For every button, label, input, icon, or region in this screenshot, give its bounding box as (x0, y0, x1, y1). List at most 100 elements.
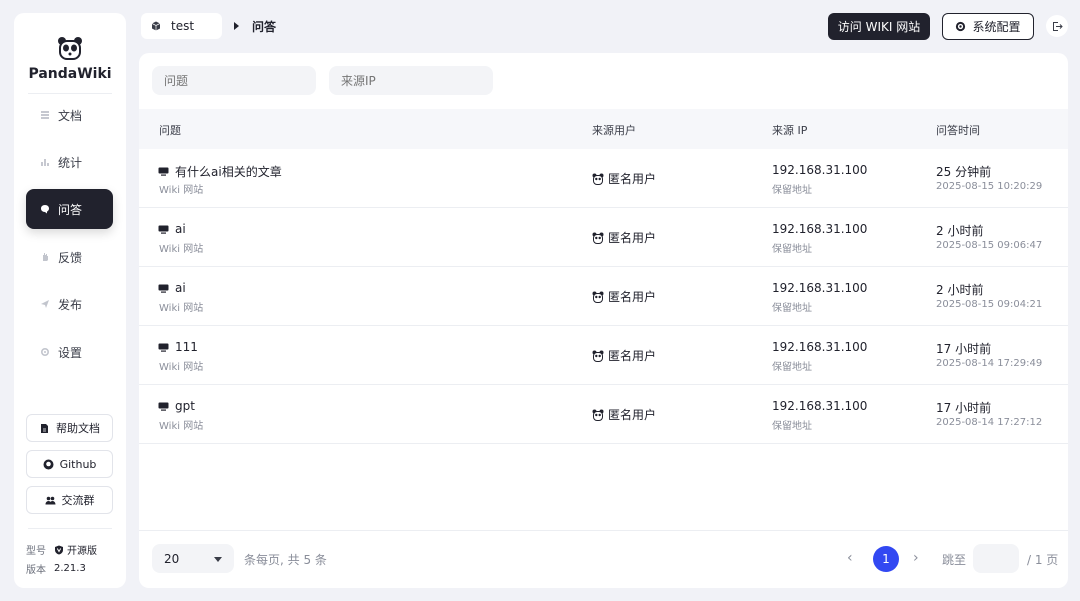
sidebar-item-settings[interactable]: 设置 (26, 332, 113, 372)
document-icon (41, 111, 49, 119)
shield-icon (55, 545, 63, 554)
visit-wiki-label: 访问 WIKI 网站 (837, 20, 921, 34)
table-row[interactable]: 111 Wiki 网站 匿名用户 192.168.31.100 保留地址 17 … (139, 326, 1068, 385)
hand-icon (43, 253, 48, 261)
logout-button[interactable] (1046, 15, 1068, 37)
sidebar-item-label: 统计 (58, 155, 83, 170)
app-name: PandaWiki (28, 66, 112, 82)
prev-page-button[interactable]: ‹ (847, 550, 853, 566)
table-row[interactable]: ai Wiki 网站 匿名用户 192.168.31.100 保留地址 2 小时… (139, 267, 1068, 326)
doc-icon (41, 423, 48, 433)
cube-icon (151, 21, 161, 31)
question-source: Wiki 网站 (159, 362, 204, 373)
column-header-user: 来源用户 (592, 124, 636, 137)
user-name: 匿名用户 (608, 172, 657, 186)
jump-page-input[interactable] (973, 544, 1019, 573)
github-label: Github (59, 457, 97, 471)
chart-icon (41, 159, 49, 166)
send-icon (41, 300, 49, 308)
logo[interactable]: PandaWiki (14, 35, 126, 82)
source-ip: 192.168.31.100 (772, 222, 868, 236)
help-docs-button[interactable]: 帮助文档 (26, 414, 113, 442)
visit-wiki-button[interactable]: 访问 WIKI 网站 (828, 13, 930, 40)
ip-note: 保留地址 (772, 185, 812, 196)
community-button[interactable]: 交流群 (26, 486, 113, 514)
sidebar: PandaWiki 文档 统计 问答 反馈 发布 设置 帮助文档 Github … (14, 13, 126, 588)
time-ago: 2 小时前 (936, 283, 984, 297)
source-ip: 192.168.31.100 (772, 340, 868, 354)
next-page-button[interactable]: › (913, 550, 919, 566)
question-text: 111 (175, 340, 198, 354)
table-row[interactable]: 有什么ai相关的文章 Wiki 网站 匿名用户 192.168.31.100 保… (139, 149, 1068, 208)
sidebar-item-qa[interactable]: 问答 (26, 189, 113, 229)
monitor-icon (158, 167, 169, 176)
question-filter-input[interactable] (152, 66, 316, 95)
jump-label: 跳至 (942, 553, 967, 567)
timestamp: 2025-08-15 09:06:47 (936, 240, 1043, 251)
gear-icon (956, 21, 966, 32)
edition-row: 型号 开源版 (26, 542, 97, 557)
column-header-time: 问答时间 (936, 124, 980, 137)
gear-icon (40, 347, 50, 357)
panda-avatar-icon (592, 173, 604, 185)
chat-icon (41, 205, 49, 214)
timestamp: 2025-08-14 17:29:49 (936, 358, 1043, 369)
panda-avatar-icon (592, 409, 604, 421)
sidebar-item-label: 文档 (58, 108, 83, 123)
timestamp: 2025-08-15 10:20:29 (936, 181, 1043, 192)
ip-note: 保留地址 (772, 244, 812, 255)
kb-selector[interactable]: test (141, 13, 222, 39)
question-source: Wiki 网站 (159, 244, 204, 255)
time-ago: 17 小时前 (936, 401, 992, 415)
sidebar-item-label: 反馈 (58, 250, 83, 265)
table-header: 问题 来源用户 来源 IP 问答时间 (139, 109, 1068, 149)
time-ago: 2 小时前 (936, 224, 984, 238)
question-source: Wiki 网站 (159, 303, 204, 314)
table-row[interactable]: gpt Wiki 网站 匿名用户 192.168.31.100 保留地址 17 … (139, 385, 1068, 444)
logout-icon (1052, 21, 1063, 31)
source-ip: 192.168.31.100 (772, 399, 868, 413)
divider (28, 93, 112, 94)
sidebar-item-label: 发布 (58, 297, 83, 312)
sidebar-item-stats[interactable]: 统计 (26, 142, 113, 182)
github-button[interactable]: Github (26, 450, 113, 478)
total-pages: / 1 页 (1027, 553, 1059, 567)
community-label: 交流群 (61, 494, 95, 507)
sidebar-item-label: 设置 (58, 345, 83, 360)
timestamp: 2025-08-15 09:04:21 (936, 299, 1043, 310)
question-source: Wiki 网站 (159, 421, 204, 432)
pagination-summary: 条每页, 共 5 条 (244, 553, 327, 567)
page-button-current[interactable]: 1 (873, 546, 899, 572)
sidebar-item-publish[interactable]: 发布 (26, 284, 113, 324)
sidebar-item-feedback[interactable]: 反馈 (26, 237, 113, 277)
version-value: 2.21.3 (54, 563, 86, 574)
edition-value: 开源版 (67, 546, 97, 557)
system-config-label: 系统配置 (972, 20, 1021, 34)
monitor-icon (158, 284, 169, 293)
ip-filter-input[interactable] (329, 66, 493, 95)
breadcrumb-arrow-icon (234, 22, 239, 30)
time-ago: 17 小时前 (936, 342, 992, 356)
panda-avatar-icon (592, 232, 604, 244)
sidebar-item-docs[interactable]: 文档 (26, 95, 113, 135)
question-text: 有什么ai相关的文章 (175, 165, 282, 179)
page-size-select[interactable]: 20 (152, 544, 234, 573)
monitor-icon (158, 343, 169, 352)
kb-name: test (171, 19, 195, 33)
group-icon (45, 496, 55, 504)
help-docs-label: 帮助文档 (56, 422, 100, 435)
divider (139, 530, 1068, 531)
column-header-ip: 来源 IP (772, 124, 808, 137)
question-text: ai (175, 281, 186, 295)
panda-logo-icon (58, 37, 82, 60)
question-text: ai (175, 222, 186, 236)
panda-avatar-icon (592, 350, 604, 362)
github-icon (43, 459, 54, 469)
question-text: gpt (175, 399, 195, 413)
ip-note: 保留地址 (772, 303, 812, 314)
monitor-icon (158, 225, 169, 234)
page-title: 问答 (252, 20, 277, 34)
table-row[interactable]: ai Wiki 网站 匿名用户 192.168.31.100 保留地址 2 小时… (139, 208, 1068, 267)
user-name: 匿名用户 (608, 349, 657, 363)
system-config-button[interactable]: 系统配置 (942, 13, 1034, 40)
